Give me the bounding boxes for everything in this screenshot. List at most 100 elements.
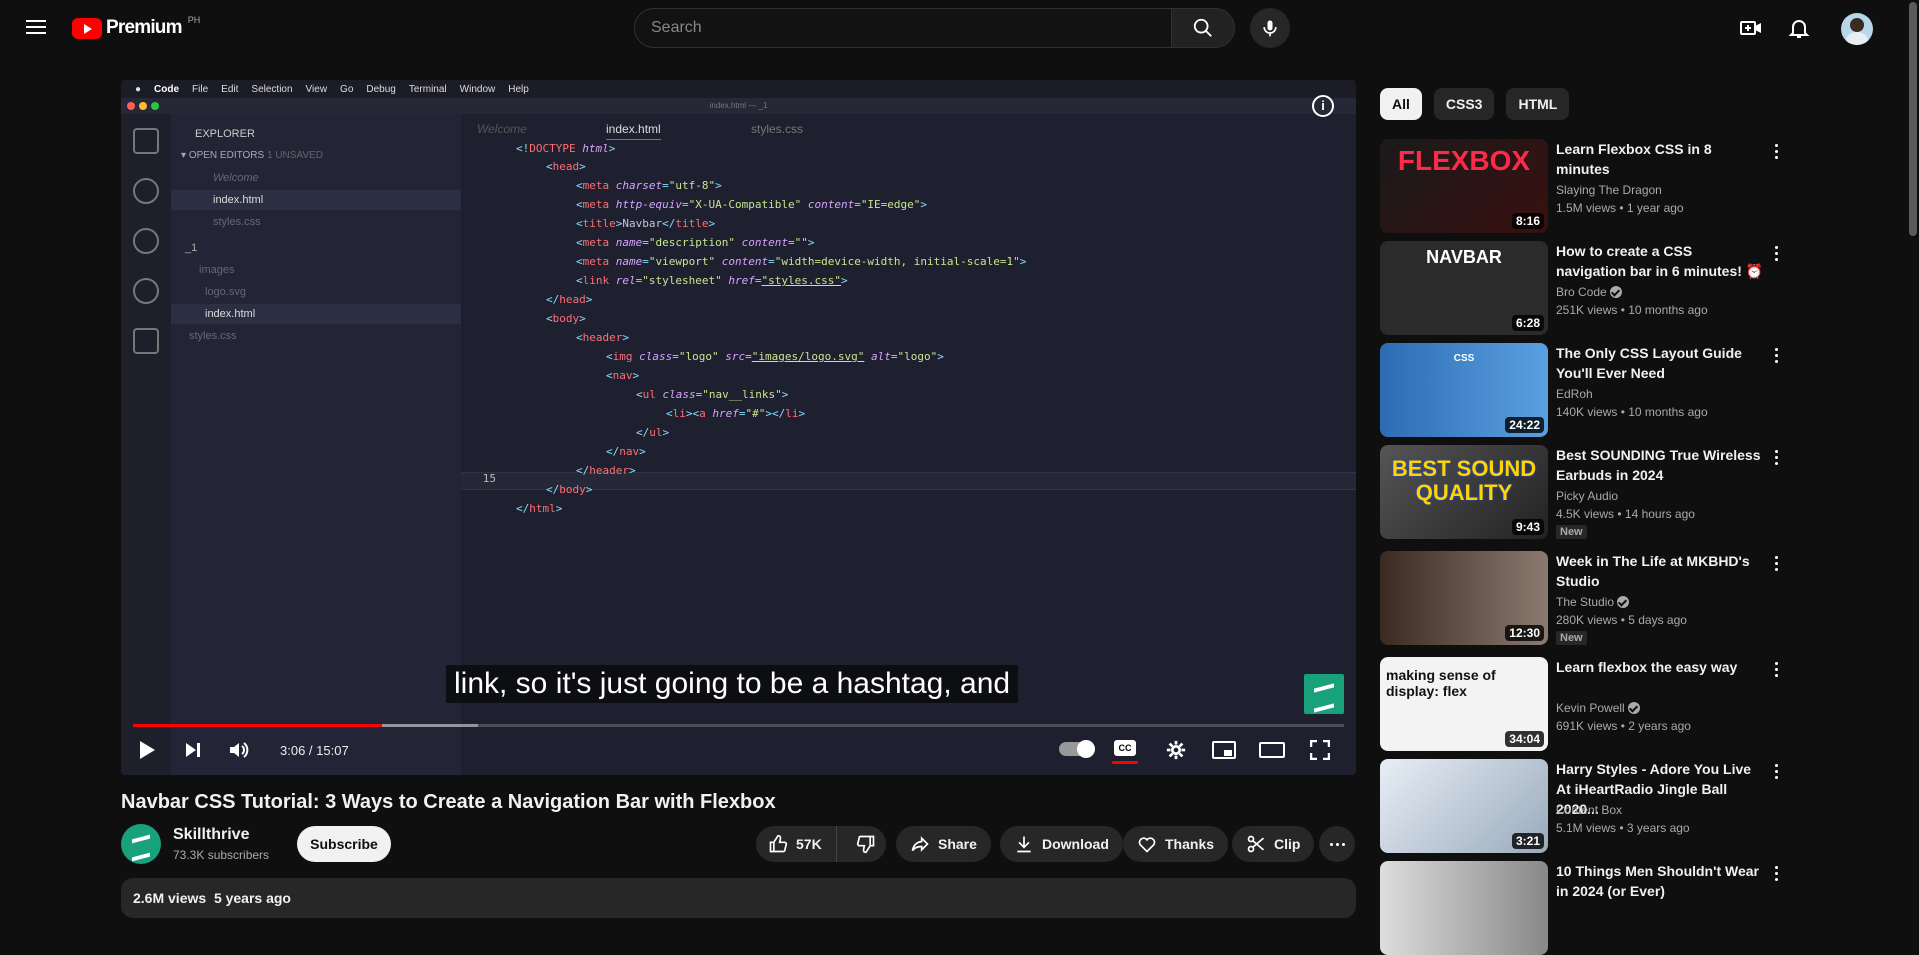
recommendation-title[interactable]: Week in The Life at MKBHD's Studio: [1556, 551, 1766, 591]
recommendation-item[interactable]: 10 Things Men Shouldn't Wear in 2024 (or…: [1380, 861, 1900, 955]
code-line: <title>Navbar</title>: [576, 217, 716, 230]
more-options-icon[interactable]: [1766, 659, 1786, 679]
recommendation-item[interactable]: BEST SOUND QUALITY 9:43 Best SOUNDING True…: [1380, 445, 1900, 539]
recommendation-channel[interactable]: Content Box: [1556, 803, 1622, 817]
recommendation-title[interactable]: Best SOUNDING True Wireless Earbuds in 2…: [1556, 445, 1766, 485]
more-options-icon[interactable]: [1766, 761, 1786, 781]
notifications-button[interactable]: [1785, 14, 1813, 42]
volume-button[interactable]: [221, 732, 257, 768]
page-scrollbar[interactable]: [1907, 0, 1919, 909]
recommendation-title[interactable]: Learn Flexbox CSS in 8 minutes: [1556, 139, 1766, 179]
chip-html[interactable]: HTML: [1506, 88, 1570, 120]
info-icon[interactable]: i: [1312, 95, 1334, 117]
more-dot-icon: [1329, 842, 1333, 846]
subscribe-button[interactable]: Subscribe: [297, 826, 391, 862]
recommendation-channel[interactable]: Slaying The Dragon: [1556, 183, 1662, 197]
video-thumbnail[interactable]: CSS 24:22: [1380, 343, 1548, 437]
recommendation-title[interactable]: How to create a CSS navigation bar in 6 …: [1556, 241, 1766, 281]
search-button[interactable]: [1171, 8, 1235, 48]
recommendation-item[interactable]: FLEXBOX 8:16 Learn Flexbox CSS in 8 minute…: [1380, 139, 1900, 233]
settings-button[interactable]: [1158, 732, 1194, 768]
recommendation-channel[interactable]: EdRoh: [1556, 387, 1593, 401]
dislike-button[interactable]: [845, 826, 886, 862]
description-box[interactable]: 2.6M views 5 years ago: [121, 878, 1356, 918]
subtitles-cc-icon[interactable]: CC: [1114, 740, 1136, 756]
miniplayer-button[interactable]: [1206, 732, 1242, 768]
recommendation-meta: 4.5K views • 14 hours ago: [1556, 507, 1695, 521]
time-display: 3:06 / 15:07: [280, 743, 349, 758]
recommendation-title[interactable]: 10 Things Men Shouldn't Wear in 2024 (or…: [1556, 861, 1766, 901]
scrollbar-thumb[interactable]: [1909, 2, 1917, 236]
more-options-icon[interactable]: [1766, 863, 1786, 883]
like-button[interactable]: 57K: [756, 826, 838, 862]
hamburger-menu-icon[interactable]: [24, 16, 48, 40]
play-button[interactable]: [129, 732, 165, 768]
recommendation-item[interactable]: 3:21 Harry Styles - Adore You Live At iHe…: [1380, 759, 1900, 853]
channel-watermark[interactable]: [1304, 674, 1344, 714]
more-options-icon[interactable]: [1766, 243, 1786, 263]
chip-all[interactable]: All: [1380, 88, 1422, 120]
code-line: <header>: [576, 331, 629, 344]
country-code: PH: [187, 15, 201, 25]
new-badge: New: [1556, 525, 1587, 539]
files-icon: [133, 128, 159, 154]
recommendation-channel[interactable]: Kevin Powell: [1556, 701, 1640, 715]
progress-bar[interactable]: [133, 724, 1344, 727]
recommendation-meta: 280K views • 5 days ago: [1556, 613, 1687, 627]
recommendation-item[interactable]: making sense of display: flex 34:04 Learn …: [1380, 657, 1900, 751]
more-options-icon[interactable]: [1766, 141, 1786, 161]
account-avatar[interactable]: [1841, 13, 1873, 45]
recommendation-title[interactable]: The Only CSS Layout Guide You'll Ever Ne…: [1556, 343, 1766, 383]
create-button[interactable]: [1737, 14, 1765, 42]
more-options-icon[interactable]: [1766, 345, 1786, 365]
code-editor: 15 <!DOCTYPE html> <head> <meta charset=…: [461, 142, 1356, 582]
more-dot-icon: [1335, 842, 1339, 846]
download-icon: [1017, 836, 1031, 853]
video-thumbnail[interactable]: [1380, 861, 1548, 955]
fullscreen-button[interactable]: [1302, 732, 1338, 768]
search-input[interactable]: [635, 9, 1171, 47]
video-thumbnail[interactable]: 12:30: [1380, 551, 1548, 645]
code-line: <link rel="stylesheet" href="styles.css"…: [576, 274, 848, 287]
recommendation-item[interactable]: 12:30 Week in The Life at MKBHD's Studio T…: [1380, 551, 1900, 645]
voice-search-button[interactable]: [1250, 8, 1290, 48]
code-line: </head>: [546, 293, 593, 306]
thumbnail-text: BEST SOUND QUALITY: [1391, 456, 1537, 505]
download-label: Download: [1042, 836, 1109, 852]
recommendation-item[interactable]: CSS 24:22 The Only CSS Layout Guide You'll…: [1380, 343, 1900, 437]
autoplay-toggle[interactable]: [1059, 740, 1095, 758]
video-thumbnail[interactable]: NAVBAR 6:28: [1380, 241, 1548, 335]
thanks-button[interactable]: Thanks: [1123, 826, 1229, 862]
volume-icon: [230, 742, 249, 758]
youtube-premium-logo[interactable]: Premium PH: [72, 15, 201, 39]
channel-avatar[interactable]: [121, 824, 161, 864]
apple-icon: ●: [135, 83, 142, 95]
channel-name[interactable]: Skillthrive: [173, 826, 249, 844]
recommendation-title[interactable]: Learn flexbox the easy way: [1556, 657, 1766, 677]
more-options-icon[interactable]: [1766, 447, 1786, 467]
more-options-icon[interactable]: [1766, 553, 1786, 573]
download-button[interactable]: Download: [1000, 826, 1123, 862]
video-thumbnail[interactable]: FLEXBOX 8:16: [1380, 139, 1548, 233]
next-button[interactable]: [175, 732, 211, 768]
theater-mode-button[interactable]: [1254, 732, 1290, 768]
recommendation-item[interactable]: NAVBAR 6:28 How to create a CSS navigation…: [1380, 241, 1900, 335]
video-player[interactable]: ● Code File Edit Selection View Go Debug…: [121, 80, 1356, 775]
menubar-item: Window: [459, 83, 496, 95]
chip-css3[interactable]: CSS3: [1433, 88, 1495, 120]
explorer-file: index.html: [171, 304, 461, 324]
duration-badge: 8:16: [1511, 213, 1544, 229]
share-button[interactable]: Share: [896, 826, 991, 862]
menubar-item: Help: [508, 83, 529, 95]
menubar-item: File: [192, 83, 209, 95]
video-thumbnail[interactable]: 3:21: [1380, 759, 1548, 853]
recommendation-channel[interactable]: The Studio: [1556, 595, 1630, 609]
clip-button[interactable]: Clip: [1232, 826, 1315, 862]
recommendation-channel[interactable]: Picky Audio: [1556, 489, 1618, 503]
open-editors-header: ▾ OPEN EDITORS 1 UNSAVED: [181, 150, 323, 161]
more-actions-button[interactable]: [1319, 826, 1355, 862]
recommendation-channel[interactable]: Bro Code: [1556, 285, 1622, 299]
maximize-dot-icon: [151, 102, 159, 110]
video-thumbnail[interactable]: making sense of display: flex 34:04: [1380, 657, 1548, 751]
video-thumbnail[interactable]: BEST SOUND QUALITY 9:43: [1380, 445, 1548, 539]
